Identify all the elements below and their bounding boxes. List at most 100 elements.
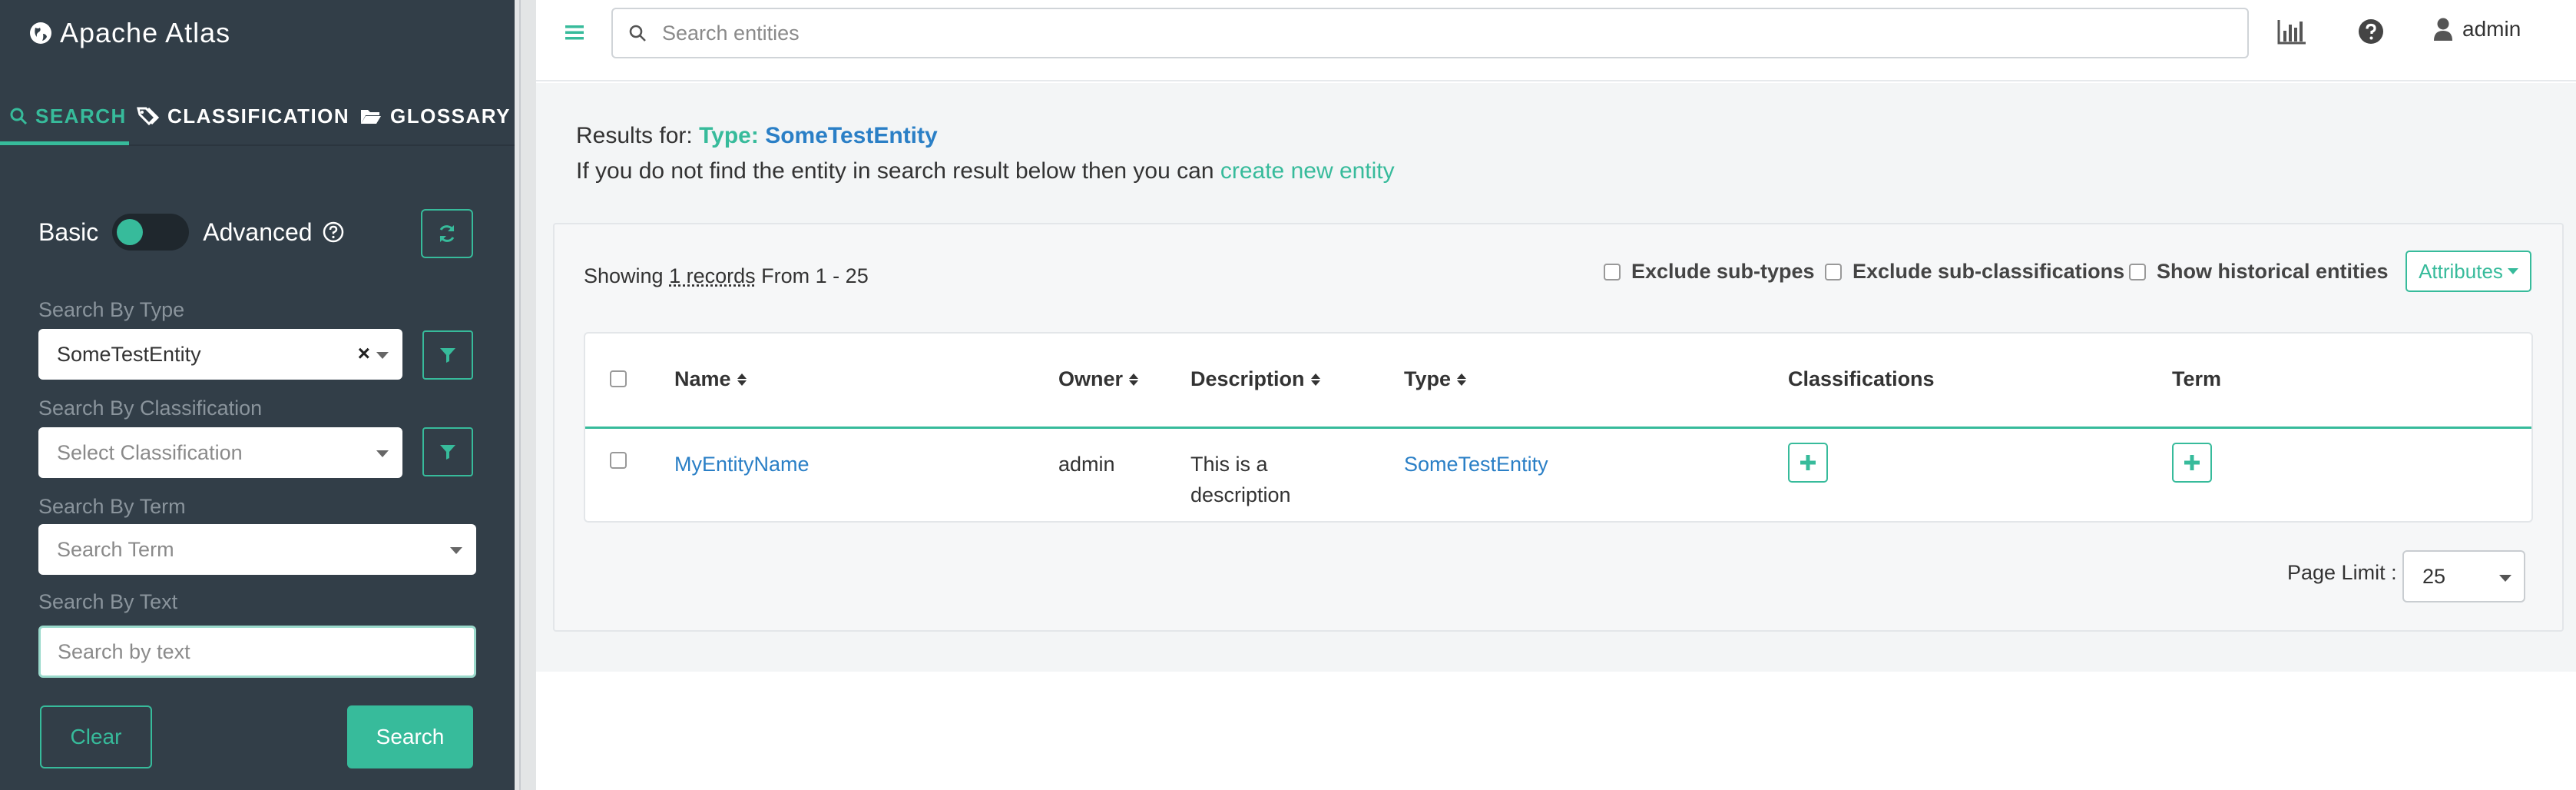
search-by-classification-label: Search By Classification (38, 397, 263, 420)
exclude-subclassifications-label: Exclude sub-classifications (1853, 260, 2125, 283)
tags-icon (137, 107, 160, 125)
hamburger-menu-icon[interactable] (564, 22, 585, 43)
exclude-subtypes-label: Exclude sub-types (1631, 260, 1815, 283)
cell-type: SomeTestEntity (1404, 449, 1548, 480)
tab-glossary-label: GLOSSARY (390, 104, 511, 128)
chevron-down-icon (450, 547, 462, 554)
user-icon (2434, 18, 2452, 41)
showing-count: 1 records (669, 264, 756, 287)
tab-classification-label: CLASSIFICATION (167, 104, 350, 128)
top-bar: admin (536, 0, 2576, 81)
exclude-subtypes-checkbox[interactable] (1604, 263, 1621, 280)
tab-search-label: SEARCH (35, 104, 127, 128)
term-select-placeholder: Search Term (57, 537, 174, 561)
column-term-label: Term (2172, 367, 2222, 390)
type-filter-button[interactable] (422, 330, 473, 380)
globe-icon (30, 22, 51, 44)
tab-glossary[interactable]: GLOSSARY (359, 86, 511, 146)
showing-range: From 1 - 25 (761, 264, 869, 287)
sort-icon (1310, 373, 1320, 386)
exclude-subclassifications-checkbox[interactable] (1825, 263, 1842, 280)
column-header-name[interactable]: Name (674, 367, 747, 391)
search-by-term-label: Search By Term (38, 495, 186, 518)
entity-name-link[interactable]: MyEntityName (674, 453, 810, 476)
refresh-icon (439, 225, 455, 242)
sidebar: Apache Atlas SEARCH CLASSIFICATION GLOSS… (0, 0, 515, 790)
show-historical-option[interactable]: Show historical entities (2129, 260, 2389, 284)
user-menu[interactable]: admin (2433, 17, 2521, 41)
column-name-label: Name (674, 367, 731, 390)
column-header-type[interactable]: Type (1404, 367, 1467, 391)
search-button[interactable]: Search (347, 705, 473, 768)
clear-type-icon[interactable]: × (358, 341, 370, 366)
sort-icon (1129, 373, 1139, 386)
add-term-button[interactable] (2172, 443, 2212, 483)
sidebar-tabs: SEARCH CLASSIFICATION GLOSSARY (0, 86, 515, 146)
column-owner-label: Owner (1058, 367, 1124, 390)
classification-select[interactable]: Select Classification (38, 427, 402, 478)
app-logo[interactable]: Apache Atlas (29, 14, 230, 52)
question-circle-icon[interactable] (322, 221, 345, 244)
results-type-value: SomeTestEntity (765, 123, 938, 148)
type-select-value: SomeTestEntity (57, 342, 201, 366)
create-new-entity-link[interactable]: create new entity (1220, 158, 1395, 184)
filter-icon (440, 445, 455, 460)
app-title: Apache Atlas (60, 17, 231, 48)
plus-icon (2184, 455, 2200, 470)
search-icon (10, 108, 28, 125)
sort-icon (1457, 373, 1467, 386)
search-text-input[interactable] (38, 626, 476, 678)
type-select[interactable]: SomeTestEntity × (38, 329, 402, 380)
select-all-checkbox[interactable] (610, 370, 627, 387)
global-search-input[interactable] (662, 21, 2121, 45)
hint-text: If you do not find the entity in search … (576, 158, 1214, 184)
attributes-label: Attributes (2419, 259, 2503, 283)
show-historical-checkbox[interactable] (2129, 263, 2146, 280)
search-icon (629, 25, 646, 41)
user-name: admin (2462, 17, 2521, 41)
create-entity-hint: If you do not find the entity in search … (576, 158, 1395, 184)
caret-down-icon (2507, 268, 2518, 274)
search-mode-toggle-row: Basic Advanced (38, 209, 345, 255)
description-line-2: description (1190, 483, 1291, 506)
cell-owner: admin (1058, 453, 1115, 476)
page-limit-select[interactable]: 25 (2402, 550, 2525, 602)
add-classification-button[interactable] (1788, 443, 1828, 483)
row-checkbox[interactable] (610, 452, 627, 469)
sidebar-splitter[interactable] (515, 0, 536, 790)
table-header: Name Owner Description Type Classificati… (585, 334, 2531, 429)
classification-filter-button[interactable] (422, 427, 473, 476)
attributes-dropdown-button[interactable]: Attributes (2405, 251, 2531, 292)
column-header-description[interactable]: Description (1190, 367, 1320, 391)
chevron-down-icon (2499, 575, 2511, 582)
tab-search[interactable]: SEARCH (9, 86, 127, 146)
column-header-term: Term (2172, 367, 2221, 391)
column-header-owner[interactable]: Owner (1058, 367, 1139, 391)
search-by-text-label: Search By Text (38, 590, 178, 613)
search-mode-toggle[interactable] (112, 214, 190, 251)
basic-label: Basic (38, 217, 99, 246)
exclude-subtypes-option[interactable]: Exclude sub-types (1604, 260, 1815, 284)
entity-type-link[interactable]: SomeTestEntity (1404, 453, 1548, 476)
term-select[interactable]: Search Term (38, 524, 476, 575)
splitter-line (519, 0, 521, 790)
page-limit-value: 25 (2422, 564, 2446, 588)
exclude-subclassifications-option[interactable]: Exclude sub-classifications (1825, 260, 2124, 284)
global-search-box[interactable] (611, 8, 2249, 58)
clear-button[interactable]: Clear (40, 705, 152, 768)
results-type-label: Type: (699, 123, 759, 148)
showing-records: Showing 1 records From 1 - 25 (584, 264, 869, 288)
cell-name: MyEntityName (674, 449, 810, 480)
help-icon[interactable] (2358, 18, 2384, 45)
bar-chart-icon[interactable] (2276, 18, 2307, 46)
plus-icon (1800, 455, 1816, 470)
cell-description: This is a description (1190, 449, 1291, 510)
show-historical-label: Show historical entities (2157, 260, 2389, 283)
filter-icon (440, 348, 455, 363)
tab-classification[interactable]: CLASSIFICATION (137, 86, 349, 146)
column-description-label: Description (1190, 367, 1305, 390)
search-by-type-label: Search By Type (38, 298, 185, 321)
results-table: Name Owner Description Type Classificati… (584, 332, 2533, 523)
column-classifications-label: Classifications (1788, 367, 1935, 390)
refresh-button[interactable] (421, 209, 473, 258)
